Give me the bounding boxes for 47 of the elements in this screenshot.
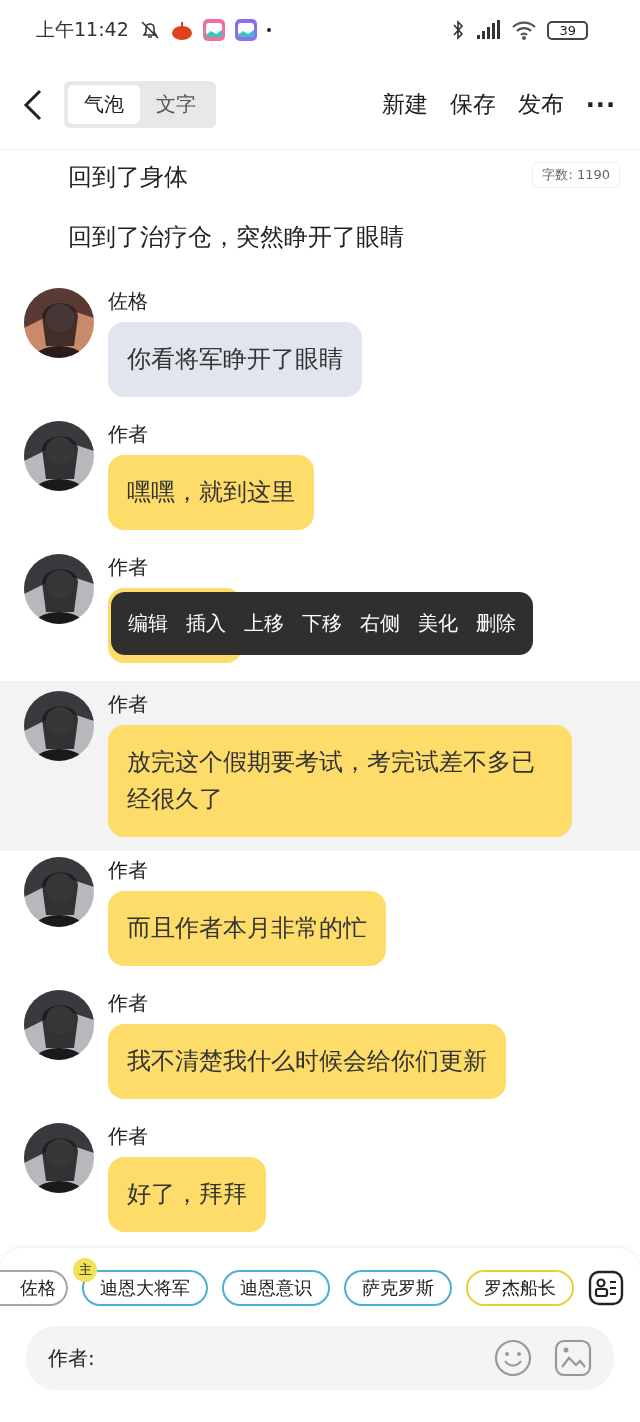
app-icon <box>170 19 193 41</box>
speaker-name: 作者 <box>108 554 148 580</box>
back-icon[interactable] <box>22 87 44 122</box>
mode-tab[interactable]: 文字 <box>140 85 212 124</box>
more-button[interactable]: ··· <box>585 90 616 119</box>
menu-item[interactable]: 编辑 <box>119 602 177 645</box>
speaker-name: 作者 <box>108 990 148 1016</box>
menu-item[interactable]: 上移 <box>235 602 293 645</box>
mode-tab[interactable]: 气泡 <box>68 85 140 124</box>
word-count: 字数: 1190 <box>532 162 620 188</box>
bluetooth-icon <box>451 19 466 41</box>
menu-item[interactable]: 美化 <box>409 602 467 645</box>
character-chip[interactable]: 佐格 <box>0 1270 68 1306</box>
status-time: 上午11:42 <box>36 17 129 42</box>
narration-text: 回到了治疗仓，突然睁开了眼睛 <box>68 222 405 253</box>
speaker-name: 作者 <box>108 857 148 883</box>
message-bubble[interactable]: 嘿嘿，就到这里 <box>108 455 314 530</box>
character-chip[interactable]: 迪恩意识 <box>222 1270 330 1306</box>
character-chip[interactable]: 萨克罗斯 <box>344 1270 452 1306</box>
message-bubble[interactable]: 而且作者本月非常的忙 <box>108 891 386 966</box>
bell-muted-icon <box>138 19 161 41</box>
image-icon[interactable] <box>554 1339 592 1377</box>
speaker-name: 作者 <box>108 421 148 447</box>
message-bubble[interactable]: 我不清楚我什么时候会给你们更新 <box>108 1024 506 1099</box>
signal-icon <box>475 19 502 41</box>
message-bubble[interactable]: 好了，拜拜 <box>108 1157 266 1232</box>
wifi-icon <box>511 19 538 41</box>
battery-indicator: 39 <box>547 20 588 40</box>
speaker-name: 作者 <box>108 1123 148 1149</box>
message-input[interactable]: 作者: <box>26 1326 614 1390</box>
action-button[interactable]: 新建 <box>381 89 428 120</box>
dot-icon <box>266 28 271 32</box>
action-button[interactable]: 保存 <box>449 89 496 120</box>
menu-item[interactable]: 下移 <box>293 602 351 645</box>
speaker-name: 作者 <box>108 691 148 717</box>
character-chip[interactable]: 罗杰船长 <box>466 1270 574 1306</box>
narration-text: 回到了身体 <box>68 162 188 192</box>
menu-item[interactable]: 插入 <box>177 602 235 645</box>
contacts-icon[interactable] <box>588 1270 624 1306</box>
action-button[interactable]: 发布 <box>517 89 564 120</box>
main-badge: 主 <box>73 1258 97 1282</box>
message-bubble[interactable]: 放完这个假期要考试，考完试差不多已经很久了 <box>108 725 572 837</box>
message-bubble[interactable]: 你看将军睁开了眼睛 <box>108 322 362 397</box>
emoji-icon[interactable] <box>494 1339 532 1377</box>
speaker-name: 佐格 <box>108 288 148 314</box>
menu-item[interactable]: 删除 <box>467 602 525 645</box>
menu-item[interactable]: 右侧 <box>351 602 409 645</box>
